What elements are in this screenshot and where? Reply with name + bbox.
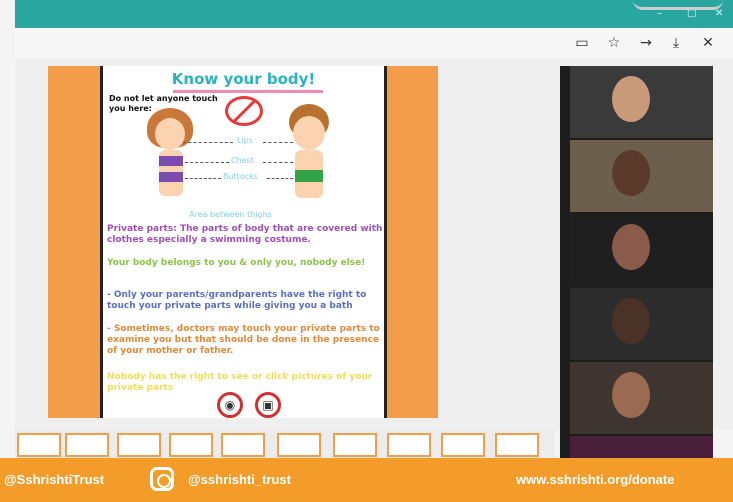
slide-thumbnail[interactable]	[17, 433, 61, 457]
window-titlebar: – ▢ ✕	[15, 0, 733, 28]
banner-donate-url: www.sshrishti.org/donate	[516, 472, 675, 487]
close-icon[interactable]: ✕	[699, 34, 717, 52]
download-icon[interactable]: ⤓	[667, 34, 685, 52]
participant-face	[612, 298, 650, 344]
slide-thumbnail[interactable]	[65, 433, 109, 457]
participant-video[interactable]	[570, 140, 713, 212]
participant-face	[612, 224, 650, 270]
participant-video[interactable]	[570, 66, 713, 138]
girl-swimsuit-top	[159, 156, 183, 166]
banner-trust-name: @SshrishtiTrust	[4, 472, 105, 487]
participant-face	[612, 150, 650, 196]
chest-line-right	[263, 162, 293, 163]
close-window-icon[interactable]: ✕	[715, 8, 723, 19]
title-underline	[173, 90, 323, 93]
slide-thumbnail[interactable]	[441, 433, 485, 457]
participant-video[interactable]	[570, 362, 713, 434]
instagram-icon	[150, 467, 174, 491]
share-arrow-icon[interactable]: →	[637, 34, 655, 52]
part-buttocks: Buttocks	[223, 172, 258, 181]
slide-thumbnail[interactable]	[495, 433, 539, 457]
participant-video[interactable]	[570, 214, 713, 286]
chest-line-left	[185, 162, 229, 163]
part-lips: Lips	[237, 136, 253, 145]
star-icon[interactable]: ☆	[605, 34, 623, 52]
participant-video[interactable]	[570, 288, 713, 360]
no-look-icon: ◉	[217, 392, 243, 418]
slide-thumbnail[interactable]	[387, 433, 431, 457]
paragraph-doctors: - Sometimes, doctors may touch your priv…	[107, 324, 380, 356]
participant-video[interactable]	[570, 436, 713, 458]
paragraph-parents: - Only your parents/grandparents have th…	[107, 290, 367, 311]
banner-instagram-handle: @sshrishti_trust	[188, 472, 291, 487]
slide-thumbnail[interactable]	[117, 433, 161, 457]
girl-face	[155, 118, 185, 150]
part-area-between-thighs: Area between thighs	[189, 210, 272, 219]
participant-face	[612, 372, 650, 418]
no-touch-icon	[225, 96, 263, 126]
buttocks-line-right	[267, 178, 293, 179]
part-chest: Chest	[231, 156, 254, 165]
no-camera-icon: ▣	[255, 392, 281, 418]
boy-shorts	[295, 170, 323, 182]
lips-line-left	[183, 142, 233, 143]
participant-face	[612, 76, 650, 122]
buttocks-line-left	[185, 178, 221, 179]
slide-thumbnail[interactable]	[169, 433, 213, 457]
slide-title: Know your body!	[171, 70, 316, 88]
paragraph-body-belongs: Your body belongs to you & only you, nob…	[107, 258, 366, 268]
lips-line-right	[263, 142, 293, 143]
footer-banner: @SshrishtiTrust @sshrishti_trust www.ssh…	[0, 458, 733, 502]
slide-thumbnail[interactable]	[221, 433, 265, 457]
paragraph-pictures: Nobody has the right to see or click pic…	[107, 372, 373, 393]
boy-face	[293, 116, 325, 150]
decorative-curve	[633, 0, 723, 10]
slide-thumbnail[interactable]	[277, 433, 321, 457]
comment-icon[interactable]: ▭	[573, 34, 591, 52]
girl-swimsuit-bottom	[159, 172, 183, 182]
slide-know-your-body: Know your body! Do not let anyone touch …	[100, 66, 387, 418]
slide-thumbnail-strip	[15, 430, 555, 458]
paragraph-private-parts: Private parts: The parts of body that ar…	[107, 224, 383, 245]
viewer-toolbar: ▭ ☆ → ⤓ ✕	[15, 28, 733, 58]
slide-thumbnail[interactable]	[333, 433, 377, 457]
